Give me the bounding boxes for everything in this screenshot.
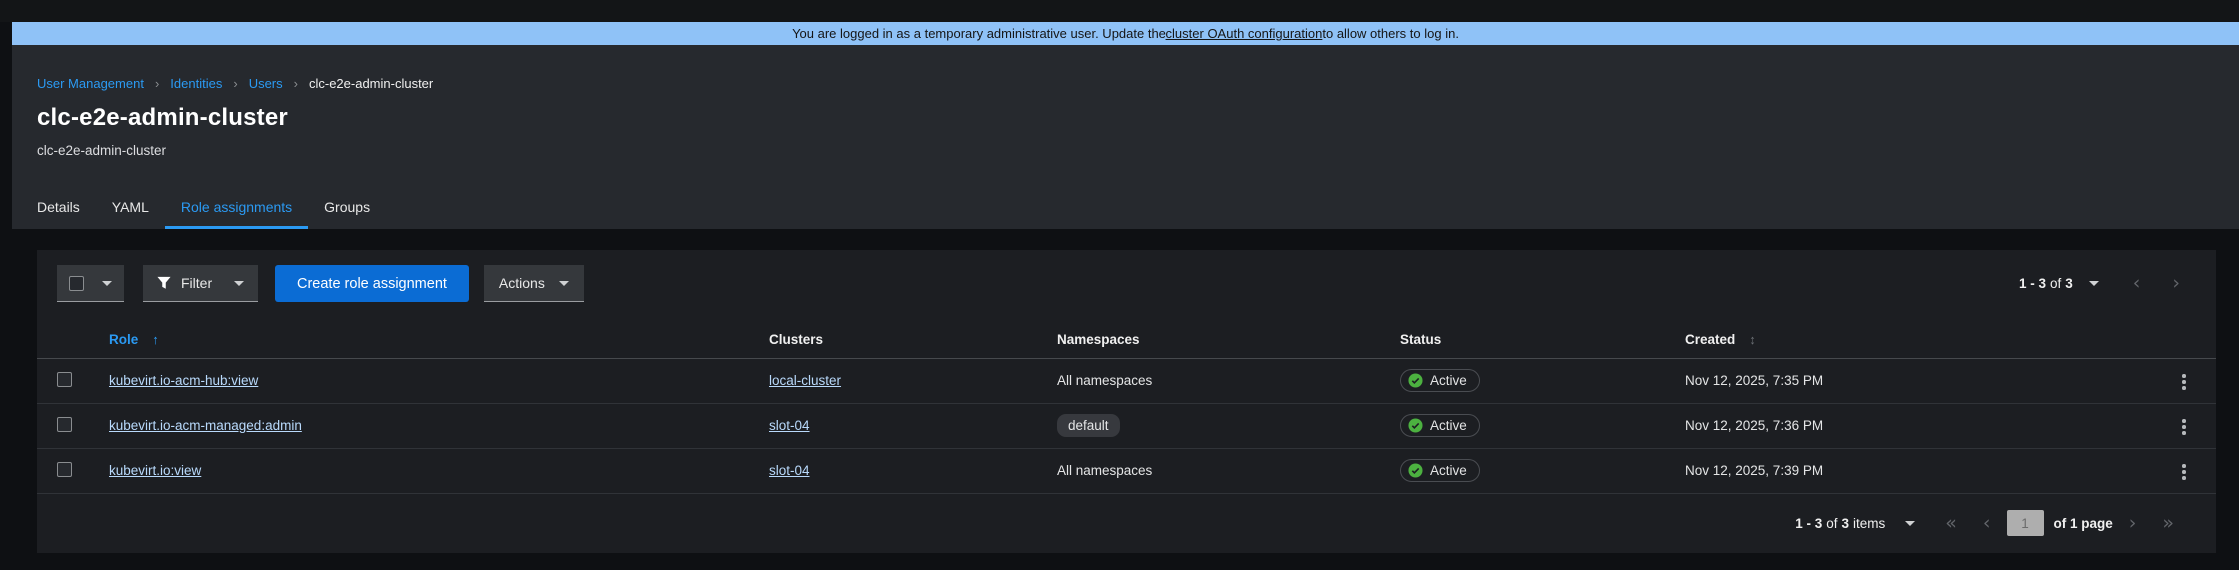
chevron-right-icon: › [294,76,298,91]
chevron-down-icon [559,281,569,286]
breadcrumb-current: clc-e2e-admin-cluster [309,76,433,91]
filter-dropdown[interactable]: Filter [143,265,258,302]
of-page-label: of 1 page [2054,516,2113,531]
created-value: Nov 12, 2025, 7:35 PM [1685,373,1823,388]
pagination-range: 1 - 3 [2019,276,2046,291]
next-page-button[interactable]: › [2123,514,2143,533]
actions-dropdown[interactable]: Actions [484,265,584,302]
temporary-user-banner: You are logged in as a temporary adminis… [12,22,2239,45]
created-value: Nov 12, 2025, 7:36 PM [1685,418,1823,433]
role-link[interactable]: kubevirt.io:view [109,463,201,478]
tab-groups[interactable]: Groups [308,190,386,229]
bulk-select-checkbox[interactable] [69,276,84,291]
sort-ascending-icon: ↑ [152,332,159,347]
kebab-menu-button[interactable] [2176,413,2192,441]
pagination-top: 1 - 3 of 3 ‹ › [2019,274,2186,293]
pagination-total: 3 [1841,516,1849,531]
row-checkbox[interactable] [57,417,72,432]
previous-page-button[interactable]: ‹ [2127,274,2147,293]
column-header-clusters: Clusters [749,322,1037,358]
pagination-of-label: of [2050,276,2061,291]
first-page-button[interactable]: « [1939,514,1963,533]
pagination-of-label: of [1826,516,1837,531]
namespace-badge: default [1057,414,1120,437]
masthead-strip [0,0,2239,22]
chevron-right-icon: › [155,76,159,91]
chevron-down-icon[interactable] [2089,281,2099,286]
role-link[interactable]: kubevirt.io-acm-hub:view [109,373,258,388]
role-assignments-table: Role↑ Clusters Namespaces Status Created… [37,322,2216,494]
chevron-down-icon [234,281,244,286]
namespaces-value: All namespaces [1057,373,1152,388]
sort-icon: ↕ [1749,332,1756,347]
table-row: kubevirt.io-acm-managed:admin slot-04 de… [37,403,2216,448]
created-value: Nov 12, 2025, 7:39 PM [1685,463,1823,478]
kebab-menu-button[interactable] [2176,368,2192,396]
pagination-bottom: 1 - 3 of 3 items « ‹ of 1 page › » [37,494,2216,554]
cluster-link[interactable]: local-cluster [769,373,841,388]
status-badge: Active [1400,369,1480,392]
check-circle-icon [1408,463,1423,478]
table-toolbar: Filter Create role assignment Actions 1 … [37,250,2216,302]
column-header-namespaces: Namespaces [1037,322,1380,358]
row-checkbox[interactable] [57,372,72,387]
breadcrumb-users[interactable]: Users [249,76,283,91]
row-checkbox[interactable] [57,462,72,477]
tab-details[interactable]: Details [21,190,96,229]
status-badge: Active [1400,414,1480,437]
table-header-row: Role↑ Clusters Namespaces Status Created… [37,322,2216,358]
role-link[interactable]: kubevirt.io-acm-managed:admin [109,418,302,433]
next-page-button[interactable]: › [2166,274,2186,293]
status-badge: Active [1400,459,1480,482]
actions-label: Actions [499,275,545,291]
table-row: kubevirt.io-acm-hub:view local-cluster A… [37,358,2216,403]
bulk-select-dropdown[interactable] [57,265,124,302]
breadcrumb-identities[interactable]: Identities [170,76,222,91]
table-row: kubevirt.io:view slot-04 All namespaces … [37,448,2216,493]
pagination-range: 1 - 3 [1795,516,1822,531]
chevron-down-icon [102,281,112,286]
cluster-oauth-config-link[interactable]: cluster OAuth configuration [1166,26,1323,41]
pagination-items-label: items [1853,516,1885,531]
banner-text: You are logged in as a temporary adminis… [792,26,1166,41]
filter-icon [157,276,171,290]
filter-label: Filter [181,275,212,291]
cluster-link[interactable]: slot-04 [769,463,810,478]
column-header-created[interactable]: Created↕ [1665,322,2152,358]
check-circle-icon [1408,373,1423,388]
chevron-down-icon[interactable] [1905,521,1915,526]
banner-text-suffix: to allow others to log in. [1322,26,1459,41]
column-header-status: Status [1380,322,1665,358]
chevron-right-icon: › [233,76,237,91]
page-header: User Management › Identities › Users › c… [12,45,2239,229]
namespaces-value: All namespaces [1057,463,1152,478]
tab-role-assignments[interactable]: Role assignments [165,190,308,229]
breadcrumb: User Management › Identities › Users › c… [37,45,2239,91]
role-assignments-card: Filter Create role assignment Actions 1 … [37,250,2216,553]
select-all-column [37,322,89,358]
check-circle-icon [1408,418,1423,433]
pagination-total: 3 [2065,276,2073,291]
tab-yaml[interactable]: YAML [96,190,165,229]
kebab-menu-button[interactable] [2176,458,2192,486]
column-header-role[interactable]: Role↑ [89,322,749,358]
current-page-input[interactable] [2007,510,2044,536]
tabs: Details YAML Role assignments Groups [21,190,386,229]
breadcrumb-user-management[interactable]: User Management [37,76,144,91]
page-title: clc-e2e-admin-cluster [37,104,2239,132]
previous-page-button[interactable]: ‹ [1977,514,1997,533]
content-well: Filter Create role assignment Actions 1 … [12,250,2239,553]
page-subtitle: clc-e2e-admin-cluster [37,143,2239,158]
last-page-button[interactable]: » [2156,514,2180,533]
create-role-assignment-button[interactable]: Create role assignment [275,265,469,302]
row-actions-column [2152,322,2216,358]
cluster-link[interactable]: slot-04 [769,418,810,433]
